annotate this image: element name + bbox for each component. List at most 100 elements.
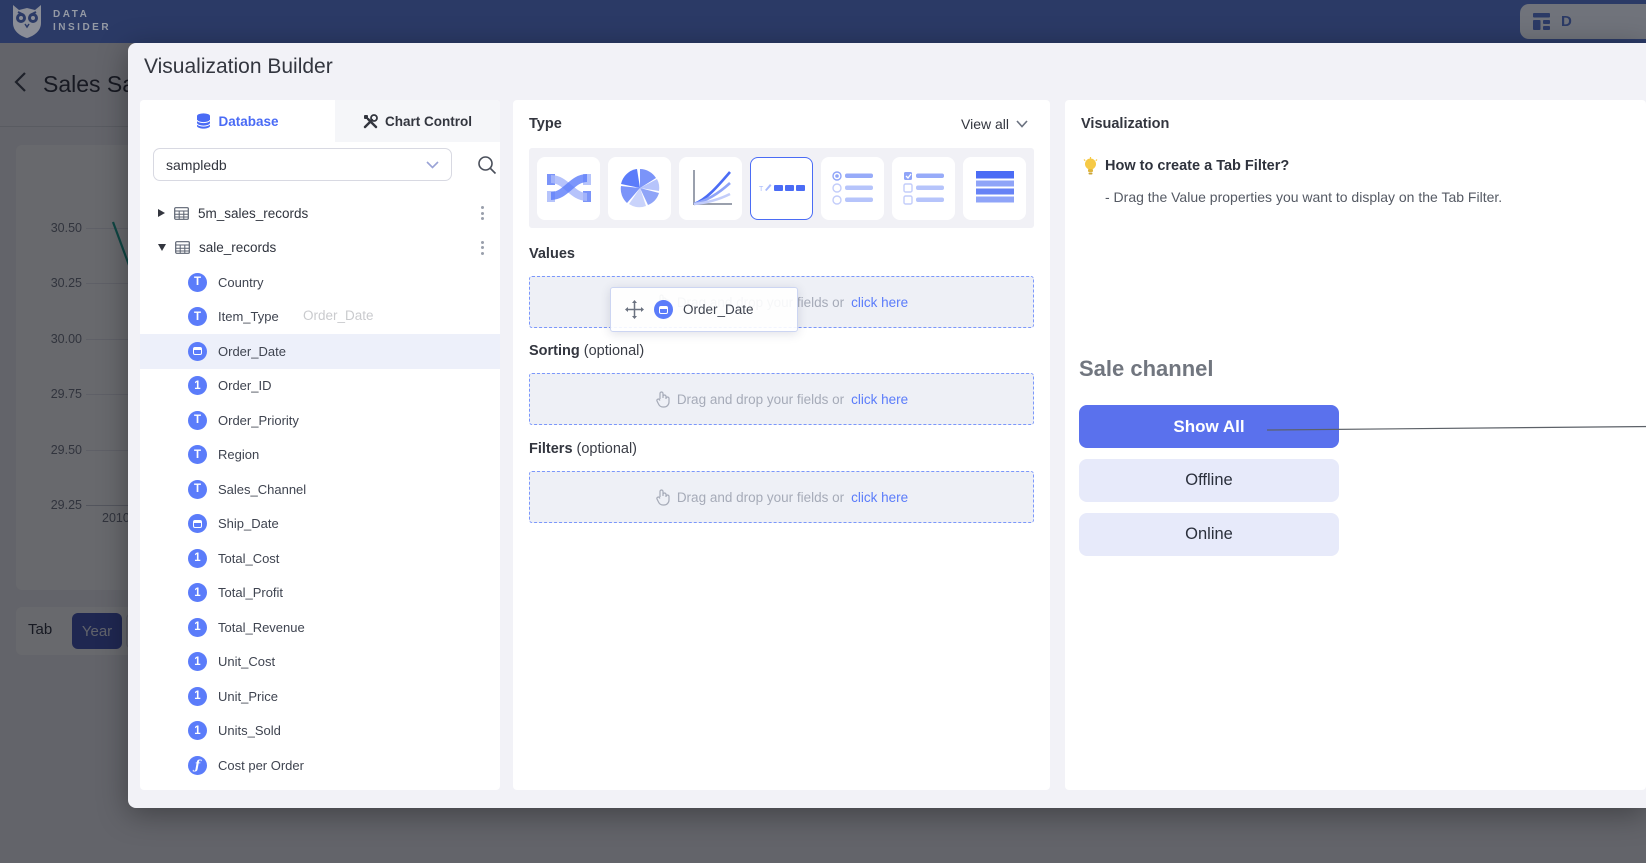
filters-dropzone[interactable]: Drag and drop your fields or click here <box>529 471 1034 523</box>
field-name: Order_ID <box>218 378 271 393</box>
annotation-arrow <box>1265 418 1646 440</box>
text-field-icon: T <box>188 307 207 326</box>
drag-hand-icon <box>655 391 670 408</box>
chart-type-sankey[interactable] <box>537 157 600 220</box>
field-row[interactable]: 1Total_Profit <box>140 576 500 611</box>
option-online-button[interactable]: Online <box>1079 513 1339 556</box>
brand-logo[interactable]: DATA INSIDER <box>10 3 111 39</box>
dragged-field-chip[interactable]: Order_Date <box>610 287 798 332</box>
click-here-link[interactable]: click here <box>851 490 908 505</box>
number-field-icon: 1 <box>188 583 207 602</box>
date-field-icon <box>654 300 673 319</box>
tip-title: How to create a Tab Filter? <box>1105 158 1289 174</box>
widget-title: Sale channel <box>1079 356 1214 382</box>
move-icon <box>625 300 644 319</box>
chart-type-radio-list[interactable] <box>821 157 884 220</box>
field-row[interactable]: 1Unit_Cost <box>140 645 500 680</box>
owl-logo-icon <box>10 3 44 39</box>
table-icon <box>174 207 189 220</box>
kebab-menu-icon[interactable] <box>479 239 486 257</box>
field-name: Total_Revenue <box>218 620 305 635</box>
text-field-icon: T <box>188 273 207 292</box>
dropzone-placeholder: Drag and drop your fields or <box>677 392 844 407</box>
chart-type-strip: T <box>529 148 1034 228</box>
tab-chart-control-label: Chart Control <box>385 114 472 129</box>
visualization-panel: Visualization How to create a Tab Filter… <box>1065 100 1646 790</box>
number-field-icon: 1 <box>188 549 207 568</box>
field-name: Unit_Cost <box>218 654 275 669</box>
lightbulb-icon <box>1082 157 1099 176</box>
dragged-field-label: Order_Date <box>683 302 754 317</box>
field-row[interactable]: Order_Date <box>140 334 500 369</box>
database-select[interactable]: sampledb <box>153 148 452 181</box>
tip-body: - Drag the Value properties you want to … <box>1105 189 1502 205</box>
field-row[interactable]: T Country <box>140 265 500 300</box>
field-row[interactable]: Ship_Date <box>140 507 500 542</box>
field-name: Item_Type <box>218 309 279 324</box>
table-row[interactable]: 5m_sales_records <box>140 196 500 231</box>
field-row[interactable]: T Order_Priority <box>140 403 500 438</box>
view-all-button[interactable]: View all <box>961 116 1028 132</box>
chart-type-tab-filter selected[interactable]: T <box>750 157 813 220</box>
field-row[interactable]: 1Order_ID <box>140 369 500 404</box>
database-select-value: sampledb <box>166 157 227 173</box>
schema-tree: 5m_sales_records sale_records T Country T Ite… <box>140 196 500 783</box>
table-name: sale_records <box>199 240 276 255</box>
table-row[interactable]: sale_records <box>140 231 500 266</box>
builder-panel: Type View all <box>513 100 1050 790</box>
date-field-icon <box>188 514 207 533</box>
number-field-icon: 1 <box>188 618 207 637</box>
field-row[interactable]: 1 Total_Revenue <box>140 610 500 645</box>
click-here-link[interactable]: click here <box>851 295 908 310</box>
text-field-icon: T <box>188 411 207 430</box>
table-icon <box>175 241 190 254</box>
drag-hand-icon <box>655 489 670 506</box>
field-name: Country <box>218 275 264 290</box>
dashboard-nav-label: D <box>1561 13 1572 30</box>
text-field-icon: T <box>188 445 207 464</box>
chart-type-pie[interactable] <box>608 157 671 220</box>
left-panel-tabs: Database Chart Control <box>140 100 500 142</box>
chart-type-table[interactable] <box>963 157 1026 220</box>
field-row[interactable]: 1Unit_Price <box>140 679 500 714</box>
tab-database-label: Database <box>218 114 278 129</box>
dashboard-nav-button[interactable]: D <box>1520 4 1646 39</box>
brand-text: DATA INSIDER <box>53 8 111 34</box>
field-name: Region <box>218 447 259 462</box>
field-row[interactable]: T Sales_Channel <box>140 472 500 507</box>
database-icon <box>196 113 211 129</box>
text-field-icon: T <box>188 480 207 499</box>
chevron-down-icon <box>426 161 439 169</box>
option-offline-button[interactable]: Offline <box>1079 459 1339 502</box>
modal-title: Visualization Builder <box>144 55 333 79</box>
field-name: Sales_Channel <box>218 482 306 497</box>
chevron-down-icon[interactable] <box>158 244 166 251</box>
chart-type-checkbox-list[interactable] <box>892 157 955 220</box>
values-section-label: Values <box>529 246 575 262</box>
field-row[interactable]: 1Units_Sold <box>140 714 500 749</box>
field-row[interactable]: 1Total_Cost <box>140 541 500 576</box>
search-icon[interactable] <box>477 155 497 180</box>
table-name: 5m_sales_records <box>198 206 308 221</box>
tab-chart-control[interactable]: Chart Control <box>335 100 500 142</box>
database-panel: Database Chart Control sampledb <box>140 100 500 790</box>
sorting-section-label: Sorting (optional) <box>529 343 644 359</box>
visualization-builder-modal: Visualization Builder Database Chart C <box>128 43 1646 808</box>
view-all-label: View all <box>961 116 1009 132</box>
tab-database[interactable]: Database <box>140 100 335 142</box>
type-section-label: Type <box>529 116 562 132</box>
field-row[interactable]: ƒCost per Order <box>140 748 500 783</box>
click-here-link[interactable]: click here <box>851 392 908 407</box>
number-field-icon: 1 <box>188 721 207 740</box>
drag-source-ghost-label: Order_Date <box>303 308 374 323</box>
top-navbar: DATA INSIDER D <box>0 0 1646 43</box>
field-name: Order_Priority <box>218 413 299 428</box>
kebab-menu-icon[interactable] <box>479 204 486 222</box>
filters-section-label: Filters (optional) <box>529 441 637 457</box>
svg-text:T: T <box>759 186 764 193</box>
chevron-right-icon[interactable] <box>158 209 165 217</box>
field-row[interactable]: T Region <box>140 438 500 473</box>
field-name: Ship_Date <box>218 516 279 531</box>
sorting-dropzone[interactable]: Drag and drop your fields or click here <box>529 373 1034 425</box>
chart-type-line[interactable] <box>679 157 742 220</box>
